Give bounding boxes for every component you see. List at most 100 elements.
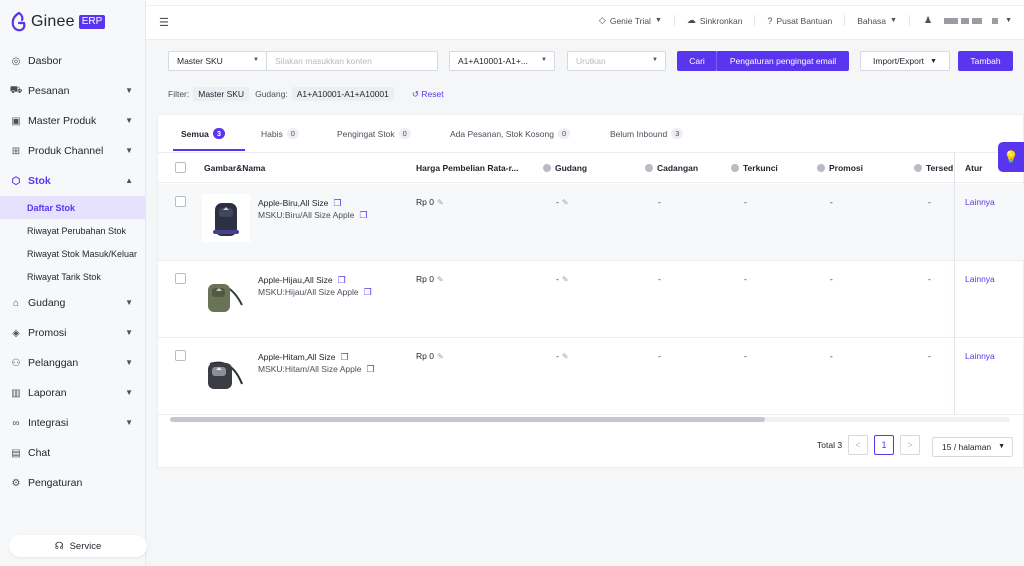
sidebar-item-master-produk[interactable]: ▣ Master Produk ▼: [0, 106, 146, 136]
sidebar-item-pesanan[interactable]: ⛟ Pesanan ▼: [0, 76, 146, 106]
tips-button[interactable]: 💡: [998, 142, 1024, 172]
search-button[interactable]: Cari: [677, 51, 717, 71]
edit-icon[interactable]: ✎: [437, 275, 444, 284]
avg-price-cell: Rp 0 ✎: [416, 197, 444, 207]
sidebar-item-dasbor[interactable]: ◎ Dasbor: [0, 46, 146, 76]
copy-icon[interactable]: ❐: [333, 198, 341, 208]
row-checkbox[interactable]: [175, 196, 186, 207]
sidebar-item-stok[interactable]: ⬡ Stok ▲: [0, 166, 146, 196]
product-msku: MSKU:Hitam/All Size Apple ❐: [258, 364, 375, 375]
sidebar-item-laporan[interactable]: ▥ Laporan ▼: [0, 378, 146, 408]
sort-placeholder: Urutkan: [576, 56, 606, 66]
email-reminder-button[interactable]: Pengaturan pengingat email: [716, 51, 849, 71]
tab-count: 0: [557, 128, 571, 139]
help-center-link[interactable]: ? Pusat Bantuan: [755, 15, 846, 26]
total-count: Total 3: [817, 440, 843, 450]
sidebar-item-label: Pesanan: [28, 85, 70, 97]
bag-icon: ▣: [11, 115, 21, 127]
tab-label: Semua: [181, 128, 209, 139]
tab-label: Pengingat Stok: [337, 128, 395, 139]
logo[interactable]: Ginee ERP: [10, 10, 106, 34]
next-page-button[interactable]: >: [900, 435, 921, 455]
edit-icon[interactable]: ✎: [562, 352, 569, 361]
chevron-down-icon: ▼: [125, 328, 133, 337]
chevron-down-icon: ▼: [1005, 17, 1012, 24]
edit-icon[interactable]: ✎: [562, 275, 569, 284]
reserved-cell: -: [658, 351, 661, 361]
sidebar-subitem-riwayat-tarik-stok[interactable]: Riwayat Tarik Stok: [0, 265, 146, 288]
tab-label: Belum Inbound: [610, 128, 668, 139]
genie-trial-menu[interactable]: ◇ Genie Trial ▼: [587, 15, 675, 26]
row-checkbox[interactable]: [175, 273, 186, 284]
service-button[interactable]: ☊ Service: [9, 535, 147, 557]
tab-count: 0: [398, 128, 411, 139]
product-name: Apple-Biru,All Size ❐: [258, 198, 341, 209]
edit-icon[interactable]: ✎: [437, 352, 444, 361]
horizontal-scrollbar-thumb[interactable]: [170, 417, 765, 422]
warehouse-select[interactable]: A1+A10001-A1+... ▼: [449, 51, 555, 71]
tab-semua[interactable]: Semua 3: [181, 128, 226, 139]
product-name-text: Apple-Hitam,All Size: [258, 352, 336, 362]
language-select[interactable]: Bahasa ▼: [845, 15, 910, 26]
column-header-label: Terkunci: [743, 163, 778, 173]
sidebar-item-label: Pelanggan: [28, 357, 79, 369]
topbar: ☰ ◇ Genie Trial ▼ ☁ Sinkronkan ? Pusat B…: [146, 0, 1024, 40]
more-link[interactable]: Lainnya: [965, 274, 995, 284]
copy-icon[interactable]: ❐: [338, 275, 346, 285]
prev-page-button[interactable]: <: [848, 435, 869, 455]
tab-habis[interactable]: Habis 0: [261, 128, 299, 139]
edit-icon[interactable]: ✎: [437, 198, 444, 207]
search-input[interactable]: Silakan masukkan konten: [266, 51, 438, 71]
sidebar-item-produk-channel[interactable]: ⊞ Produk Channel ▼: [0, 136, 146, 166]
select-all-checkbox[interactable]: [175, 162, 186, 173]
gudang-label: Gudang:: [255, 89, 288, 99]
erp-badge: ERP: [78, 15, 106, 29]
tab-pengingat-stok[interactable]: Pengingat Stok 0: [337, 128, 411, 139]
more-link[interactable]: Lainnya: [965, 197, 995, 207]
language-label: Bahasa: [857, 15, 887, 26]
import-export-button[interactable]: Import/Export ▼: [860, 51, 950, 71]
sidebar-item-chat[interactable]: ▤ Chat: [0, 438, 146, 468]
page-button-1[interactable]: 1: [874, 435, 895, 455]
product-image: [202, 271, 250, 319]
sidebar-item-pengaturan[interactable]: ⚙ Pengaturan: [0, 468, 146, 498]
row-checkbox[interactable]: [175, 350, 186, 361]
copy-icon[interactable]: ❐: [364, 287, 372, 297]
tab-ada-pesanan-stok-kosong[interactable]: Ada Pesanan, Stok Kosong 0: [450, 128, 571, 139]
filter-chip-type[interactable]: Master SKU: [193, 87, 250, 101]
status-tabs: Semua 3 Habis 0 Pengingat Stok 0 Ada Pes…: [158, 115, 1024, 153]
copy-icon[interactable]: ❐: [366, 364, 374, 374]
collapse-menu-icon[interactable]: ☰: [159, 16, 169, 29]
sidebar-item-integrasi[interactable]: ∞ Integrasi ▼: [0, 408, 146, 438]
chevron-down-icon: ▼: [890, 17, 897, 24]
product-image: [202, 194, 250, 242]
sidebar-subitem-riwayat-perubahan-stok[interactable]: Riwayat Perubahan Stok: [0, 219, 146, 242]
filter-chip-warehouse[interactable]: A1+A10001-A1+A10001: [291, 87, 394, 101]
warehouse-value: -: [556, 197, 559, 207]
avg-price-cell: Rp 0 ✎: [416, 351, 444, 361]
table-row[interactable]: Apple-Hitam,All Size ❐ MSKU:Hitam/All Siz…: [158, 338, 1024, 415]
sidebar-subitem-daftar-stok[interactable]: Daftar Stok: [0, 196, 146, 219]
search-type-select[interactable]: Master SKU ▼: [168, 51, 267, 71]
sidebar-item-pelanggan[interactable]: ⚇ Pelanggan ▼: [0, 348, 146, 378]
copy-icon[interactable]: ❐: [340, 352, 348, 362]
tab-belum-inbound[interactable]: Belum Inbound 3: [610, 128, 684, 139]
sidebar-item-promosi[interactable]: ◈ Promosi ▼: [0, 318, 146, 348]
brand-name: Ginee: [31, 13, 75, 30]
page-size-select[interactable]: 15 / halaman ▼: [932, 437, 1013, 457]
edit-icon[interactable]: ✎: [562, 198, 569, 207]
table-row[interactable]: Apple-Biru,All Size ❐ MSKU:Biru/All Size …: [158, 184, 1024, 261]
copy-icon[interactable]: ❐: [359, 210, 367, 220]
table-row[interactable]: Apple-Hijau,All Size ❐ MSKU:Hijau/All Siz…: [158, 261, 1024, 338]
reset-link[interactable]: ↺ Reset: [412, 89, 444, 100]
user-menu[interactable]: ♟ ▼: [910, 15, 1024, 26]
sidebar-subitem-riwayat-stok-masuk-keluar[interactable]: Riwayat Stok Masuk/Keluar: [0, 242, 146, 265]
sort-select[interactable]: Urutkan ▼: [567, 51, 666, 71]
redacted-block: [944, 17, 959, 24]
gear-icon: ⚙: [11, 477, 21, 489]
sync-button[interactable]: ☁ Sinkronkan: [675, 15, 756, 26]
more-link[interactable]: Lainnya: [965, 351, 995, 361]
add-button[interactable]: Tambah: [958, 51, 1013, 71]
sidebar-item-gudang[interactable]: ⌂ Gudang ▼: [0, 288, 146, 318]
chevron-down-icon: ▼: [125, 116, 133, 125]
